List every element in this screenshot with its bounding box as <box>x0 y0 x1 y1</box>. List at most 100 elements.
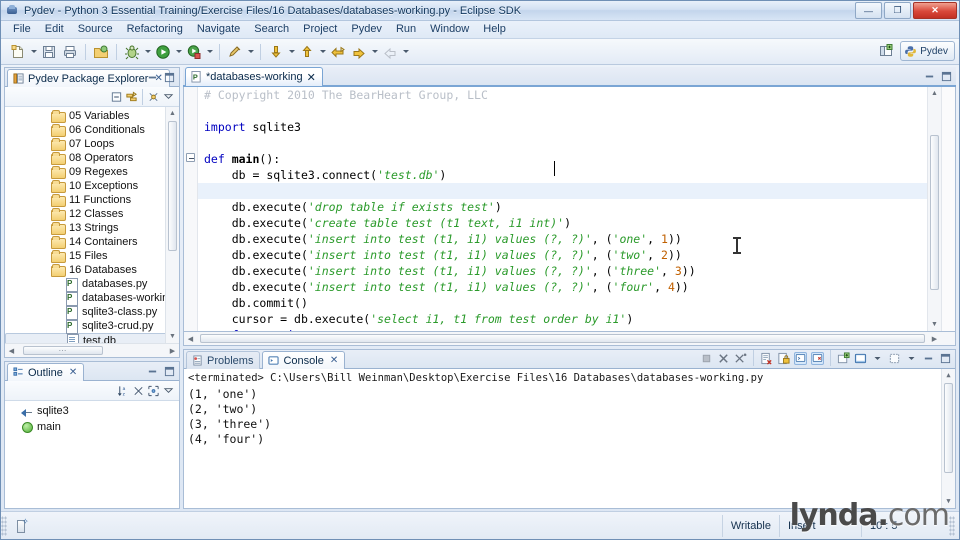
run-dropdown-arrow[interactable] <box>174 42 183 62</box>
code-line[interactable]: db.execute('insert into test (t1, i1) va… <box>198 231 941 247</box>
close-window-button[interactable]: ✕ <box>913 2 957 19</box>
close-icon[interactable]: ✕ <box>307 71 316 84</box>
last-edit-location-button[interactable] <box>328 42 348 62</box>
code-line[interactable] <box>198 183 941 199</box>
editor-vscrollbar[interactable]: ▲ ▼ <box>927 87 941 331</box>
console-output-body[interactable]: <terminated> C:\Users\Bill Weinman\Deskt… <box>184 369 955 508</box>
code-line[interactable]: def main(): <box>198 151 941 167</box>
tree-item[interactable]: 15 Files <box>5 249 179 263</box>
display-selected-console-button[interactable] <box>854 352 867 365</box>
run-button[interactable] <box>153 42 173 62</box>
next-annotation-button[interactable] <box>297 42 317 62</box>
scrollbar-thumb[interactable]: ⋯ <box>23 346 103 355</box>
scroll-up-arrow[interactable]: ▲ <box>928 87 941 100</box>
scroll-right-arrow[interactable]: ▶ <box>166 344 179 357</box>
sort-alpha-button[interactable]: a z <box>117 384 130 397</box>
debug-button[interactable] <box>122 42 142 62</box>
menu-refactoring[interactable]: Refactoring <box>120 21 190 38</box>
maximize-icon[interactable] <box>940 70 953 83</box>
tree-item[interactable]: databases.py <box>5 277 179 292</box>
scrollbar-thumb[interactable] <box>930 135 939 290</box>
previous-annotation-dropdown-arrow[interactable] <box>287 42 296 62</box>
scroll-right-arrow[interactable]: ▶ <box>928 332 941 345</box>
debug-dropdown-arrow[interactable] <box>143 42 152 62</box>
editor-hscrollbar[interactable]: ◀ ▶ <box>183 332 956 346</box>
package-explorer-vscrollbar[interactable]: ▲ ▼ <box>165 107 179 343</box>
chevron-down-icon[interactable] <box>162 90 175 103</box>
chevron-down-icon[interactable] <box>162 384 175 397</box>
scroll-left-arrow[interactable]: ◀ <box>184 332 197 345</box>
code-line[interactable] <box>198 103 941 119</box>
collapse-all-button[interactable] <box>110 90 123 103</box>
minimize-window-button[interactable]: — <box>855 2 882 19</box>
show-console-on-output-button[interactable] <box>794 351 807 365</box>
previous-annotation-button[interactable] <box>266 42 286 62</box>
menu-pydev[interactable]: Pydev <box>344 21 389 38</box>
tree-item[interactable]: 09 Regexes <box>5 165 179 179</box>
new-wizard-dropdown-arrow[interactable] <box>29 42 38 62</box>
maximize-icon[interactable] <box>163 365 176 378</box>
link-editor-button[interactable] <box>125 90 138 103</box>
back-dropdown-arrow[interactable] <box>370 42 379 62</box>
package-explorer-tree[interactable]: 05 Variables 06 Conditionals 07 Loops 08 Op… <box>5 107 179 343</box>
tree-item[interactable]: 10 Exceptions <box>5 179 179 193</box>
menu-search[interactable]: Search <box>247 21 296 38</box>
restore-window-button[interactable]: ❐ <box>884 2 911 19</box>
tree-item[interactable]: 12 Classes <box>5 207 179 221</box>
hide-fields-button[interactable] <box>132 384 145 397</box>
menu-file[interactable]: File <box>6 21 38 38</box>
scrollbar-thumb[interactable] <box>200 334 925 343</box>
fold-collapse-icon[interactable] <box>186 153 195 162</box>
scroll-left-arrow[interactable]: ◀ <box>5 344 18 357</box>
tree-item[interactable]: 05 Variables <box>5 109 179 123</box>
chevron-down-icon[interactable] <box>871 352 884 365</box>
tree-item[interactable]: 08 Operators <box>5 151 179 165</box>
expand-all-button[interactable] <box>147 384 160 397</box>
tab-databases-working[interactable]: P *databases-working ✕ <box>185 67 323 86</box>
external-tools-button[interactable] <box>184 42 204 62</box>
menu-run[interactable]: Run <box>389 21 423 38</box>
maximize-icon[interactable] <box>939 352 952 365</box>
scrollbar-thumb[interactable] <box>168 121 177 251</box>
close-icon[interactable]: ✕ <box>330 355 338 366</box>
tree-item[interactable]: 07 Loops <box>5 137 179 151</box>
tab-problems[interactable]: Problems <box>186 351 261 369</box>
next-annotation-dropdown-arrow[interactable] <box>318 42 327 62</box>
source-code[interactable]: # Copyright 2010 The BearHeart Group, LL… <box>198 87 941 331</box>
open-resource-button[interactable] <box>91 42 111 62</box>
code-line[interactable]: db.execute('drop table if exists test') <box>198 199 941 215</box>
menu-edit[interactable]: Edit <box>38 21 71 38</box>
minimize-icon[interactable] <box>922 352 935 365</box>
clear-console-button[interactable] <box>760 352 773 365</box>
tree-item[interactable]: test.db <box>5 333 175 343</box>
scroll-up-arrow[interactable]: ▲ <box>942 369 955 382</box>
menu-source[interactable]: Source <box>71 21 120 38</box>
external-tools-dropdown-arrow[interactable] <box>205 42 214 62</box>
tree-item[interactable]: 06 Conditionals <box>5 123 179 137</box>
tree-item[interactable]: databases-working.p <box>5 291 179 306</box>
forward-dropdown-arrow[interactable] <box>401 42 410 62</box>
save-button[interactable] <box>39 42 59 62</box>
forward-button[interactable] <box>380 42 400 62</box>
tab-outline[interactable]: Outline ✕ <box>7 363 85 381</box>
menu-window[interactable]: Window <box>423 21 476 38</box>
code-line[interactable]: db = sqlite3.connect('test.db') <box>198 167 941 183</box>
pin-console-button[interactable] <box>837 351 850 365</box>
scrollbar-thumb[interactable] <box>944 383 953 473</box>
new-wizard-button[interactable] <box>8 42 28 62</box>
back-button[interactable] <box>349 42 369 62</box>
open-perspective-button[interactable] <box>876 41 896 61</box>
editor-overview-ruler[interactable] <box>941 87 955 331</box>
focus-task-button[interactable] <box>147 90 160 103</box>
maximize-icon[interactable] <box>163 71 176 84</box>
code-line[interactable]: db.execute('insert into test (t1, i1) va… <box>198 263 941 279</box>
minimize-icon[interactable] <box>923 70 936 83</box>
show-console-on-error-button[interactable] <box>811 351 824 365</box>
minimize-icon[interactable] <box>146 365 159 378</box>
outline-item[interactable]: sqlite3 <box>5 403 179 419</box>
code-line[interactable] <box>198 135 941 151</box>
tree-item[interactable]: 11 Functions <box>5 193 179 207</box>
pin-dropdown-arrow[interactable] <box>246 42 255 62</box>
package-explorer-hscrollbar[interactable]: ◀ ⋯ ▶ <box>5 343 179 357</box>
terminate-button[interactable] <box>700 352 713 365</box>
